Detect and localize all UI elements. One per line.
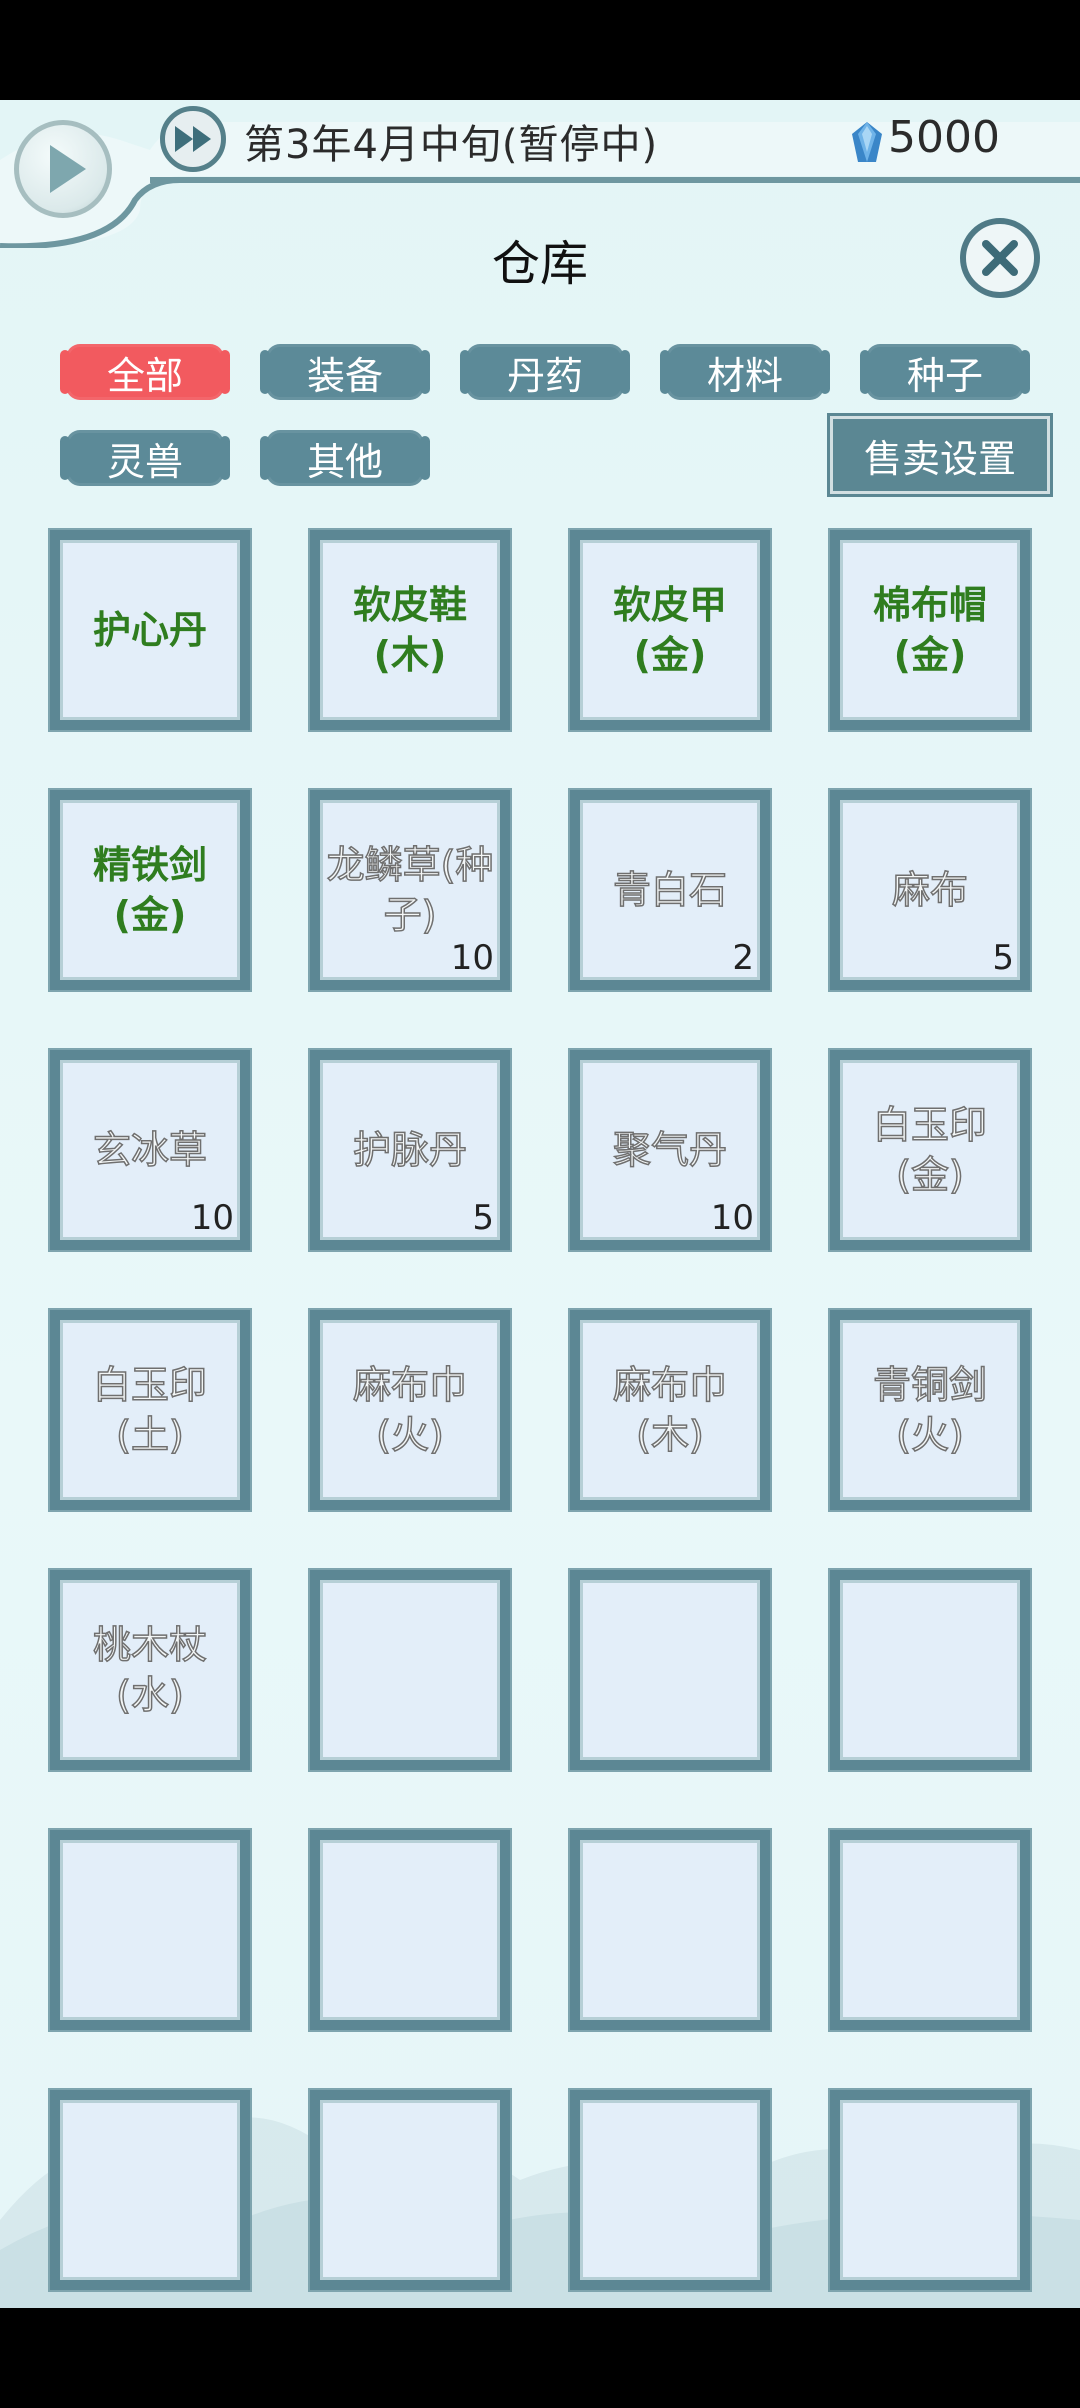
tab-other[interactable]: 其他 [260, 430, 430, 486]
tab-materials[interactable]: 材料 [660, 344, 830, 400]
item-count: 2 [732, 938, 754, 978]
tab-spirit-beasts[interactable]: 灵兽 [60, 430, 230, 486]
close-button[interactable] [960, 218, 1040, 298]
item-name: 精铁剑(金) [92, 843, 207, 937]
fast-forward-button[interactable] [160, 106, 226, 172]
inventory-slot[interactable]: 护脉丹 5 [310, 1050, 510, 1250]
inventory-slot[interactable]: 麻布巾(木) [570, 1310, 770, 1510]
empty-slot[interactable] [570, 2090, 770, 2290]
item-name: 棉布帽(金) [872, 583, 987, 677]
currency-amount: 5000 [888, 112, 1000, 163]
inventory-slot[interactable]: 桃木杖(水) [50, 1570, 250, 1770]
item-name: 护脉丹 [352, 1127, 468, 1173]
empty-slot[interactable] [830, 1570, 1030, 1770]
close-icon [982, 240, 1018, 276]
inventory-slot[interactable]: 聚气丹 10 [570, 1050, 770, 1250]
tab-all[interactable]: 全部 [60, 344, 230, 400]
gem-icon [852, 122, 882, 162]
empty-slot[interactable] [570, 1830, 770, 2030]
empty-slot[interactable] [830, 2090, 1030, 2290]
item-count: 5 [992, 938, 1014, 978]
item-count: 10 [450, 938, 494, 978]
inventory-slot[interactable]: 龙鳞草(种子) 10 [310, 790, 510, 990]
inventory-slot[interactable]: 护心丹 [50, 530, 250, 730]
inventory-slot[interactable]: 软皮甲(金) [570, 530, 770, 730]
item-count: 10 [710, 1198, 754, 1238]
empty-slot[interactable] [310, 1830, 510, 2030]
item-name: 麻布 [891, 867, 969, 913]
empty-slot[interactable] [830, 1830, 1030, 2030]
inventory-slot[interactable]: 玄冰草 10 [50, 1050, 250, 1250]
empty-slot[interactable] [50, 1830, 250, 2030]
play-button[interactable] [14, 120, 112, 218]
empty-slot[interactable] [570, 1570, 770, 1770]
tab-equipment[interactable]: 装备 [260, 344, 430, 400]
inventory-slot[interactable]: 麻布巾(火) [310, 1310, 510, 1510]
warehouse-screen: 第3年4月中旬(暂停中) 5000 仓库 全部 装备 丹药 材料 种子 灵兽 其… [0, 100, 1080, 2308]
tab-seeds[interactable]: 种子 [860, 344, 1030, 400]
item-name: 聚气丹 [612, 1127, 728, 1173]
item-name: 青白石 [612, 867, 728, 913]
item-name: 龙鳞草(种子) [326, 842, 494, 938]
item-name: 护心丹 [92, 608, 207, 652]
item-name: 白玉印(土) [92, 1362, 208, 1458]
empty-slot[interactable] [50, 2090, 250, 2290]
item-name: 白玉印(金) [872, 1102, 988, 1198]
empty-slot[interactable] [310, 1570, 510, 1770]
item-name: 麻布巾(火) [352, 1362, 468, 1458]
inventory-slot[interactable]: 软皮鞋(木) [310, 530, 510, 730]
item-count: 5 [472, 1198, 494, 1238]
status-bar [0, 0, 1080, 100]
fast-forward-icon [175, 126, 211, 152]
navigation-bar [0, 2308, 1080, 2408]
item-name: 青铜剑(火) [872, 1362, 988, 1458]
inventory-slot[interactable]: 青铜剑(火) [830, 1310, 1030, 1510]
inventory-slot[interactable]: 白玉印(土) [50, 1310, 250, 1510]
item-name: 软皮甲(金) [612, 583, 727, 677]
inventory-slot[interactable]: 棉布帽(金) [830, 530, 1030, 730]
inventory-slot[interactable]: 麻布 5 [830, 790, 1030, 990]
inventory-slot[interactable]: 青白石 2 [570, 790, 770, 990]
item-name: 麻布巾(木) [612, 1362, 728, 1458]
item-name: 玄冰草 [92, 1127, 208, 1173]
item-name: 软皮鞋(木) [352, 583, 467, 677]
empty-slot[interactable] [310, 2090, 510, 2290]
game-date: 第3年4月中旬(暂停中) [244, 122, 659, 168]
tab-pills[interactable]: 丹药 [460, 344, 630, 400]
play-icon [50, 145, 86, 193]
sell-settings-button[interactable]: 售卖设置 [827, 413, 1053, 497]
item-name: 桃木杖(水) [92, 1622, 208, 1718]
inventory-slot[interactable]: 白玉印(金) [830, 1050, 1030, 1250]
page-title: 仓库 [491, 236, 588, 292]
inventory-slot[interactable]: 精铁剑(金) [50, 790, 250, 990]
item-count: 10 [190, 1198, 234, 1238]
